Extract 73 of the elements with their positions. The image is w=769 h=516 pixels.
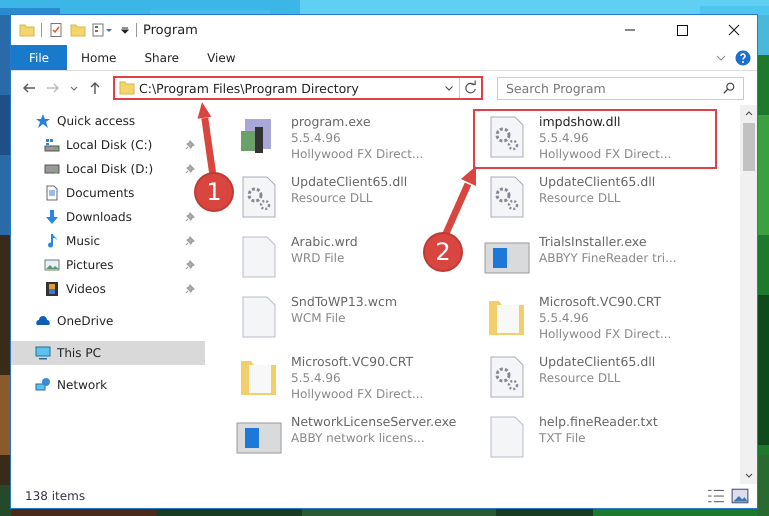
file-detail: 5.5.4.96 [539, 130, 590, 146]
sidebar-item[interactable]: Local Disk (D:) [11, 157, 160, 181]
file-name: SndToWP13.wcm [291, 294, 397, 310]
picture-icon [44, 257, 60, 273]
file-name: help.fineReader.txt [539, 414, 658, 430]
network-icon [35, 377, 51, 393]
document-icon [44, 185, 60, 201]
callout-badge: 1 [196, 174, 232, 210]
address-path: C:\Program Files\Program Directory [139, 80, 360, 96]
file-name: TrialsInstaller.exe [539, 234, 648, 250]
sidebar-item[interactable]: This PC [11, 341, 205, 365]
sidebar-item[interactable]: OneDrive [11, 309, 120, 333]
down-arrow-icon [44, 209, 60, 225]
file-detail: Resource DLL [291, 190, 374, 206]
file-detail: Hollywood FX Direct... [291, 386, 424, 402]
sidebar-item[interactable]: Quick access [11, 109, 142, 133]
star-icon [35, 113, 51, 129]
checklist-icon[interactable] [48, 22, 64, 38]
callout-badge: 2 [425, 234, 461, 270]
file-detail: Resource DLL [539, 190, 622, 206]
sidebar-item[interactable]: Pictures [11, 253, 120, 277]
search-icon [722, 80, 736, 94]
sidebar-item[interactable]: Downloads [11, 205, 138, 229]
file-detail: Hollywood FX Direct... [539, 326, 672, 342]
file-detail: TXT File [539, 430, 587, 446]
sidebar-item[interactable]: Network [11, 373, 114, 397]
help-icon[interactable] [735, 50, 751, 66]
file-detail: 5.5.4.96 [291, 130, 342, 146]
file-detail: WRD File [291, 250, 346, 266]
search-field[interactable]: Search Program [497, 76, 744, 100]
sidebar-item[interactable]: Documents [11, 181, 140, 205]
sidebar-item[interactable]: Music [11, 229, 106, 253]
pin-icon[interactable] [185, 236, 195, 246]
ribbon-tab[interactable]: File [11, 45, 67, 70]
file-name: Microsoft.VC90.CRT [291, 354, 414, 370]
film-icon [44, 281, 60, 297]
window-title: Program [143, 22, 198, 38]
properties-icon[interactable] [92, 22, 114, 38]
pin-icon[interactable] [185, 164, 195, 174]
scrollbar[interactable] [740, 105, 757, 484]
address-field[interactable]: C:\Program Files\Program Directory [113, 76, 483, 100]
sidebar-item[interactable]: Local Disk (C:) [11, 133, 158, 157]
picture-view-icon[interactable] [731, 488, 749, 504]
scroll-thumb[interactable] [742, 123, 754, 171]
file-name: NetworkLicenseServer.exe [291, 414, 456, 430]
file-name: program.exe [291, 114, 372, 130]
pin-icon[interactable] [185, 284, 195, 294]
file-detail: 5.5.4.96 [539, 310, 590, 326]
sidebar-item[interactable]: Videos [11, 277, 112, 301]
file-name: impdshow.dll [539, 114, 622, 130]
monitor-icon [35, 345, 51, 361]
file-tile[interactable]: impdshow.dll 5.5.4.96 Hollywood FX Direct... [475, 111, 715, 167]
file-detail: ABBYY FineReader tri... [539, 250, 677, 266]
file-detail: 5.5.4.96 [291, 370, 342, 386]
item-count: 138 items [25, 489, 86, 503]
pin-icon[interactable] [185, 212, 195, 222]
file-name: UpdateClient65.dll [539, 354, 656, 370]
drive-icon [44, 137, 60, 153]
file-detail: ABBY network licens... [291, 430, 426, 446]
chevron-down-icon[interactable] [444, 83, 454, 93]
dropdown-icon[interactable] [120, 25, 130, 35]
file-detail: Resource DLL [539, 370, 622, 386]
pin-icon[interactable] [185, 260, 195, 270]
file-name: UpdateClient65.dll [291, 174, 408, 190]
file-detail: Hollywood FX Direct... [291, 146, 424, 162]
pin-icon[interactable] [185, 140, 195, 150]
file-detail: WCM File [291, 310, 346, 326]
file-name: Arabic.wrd [291, 234, 358, 250]
file-name: UpdateClient65.dll [539, 174, 656, 190]
file-name: Microsoft.VC90.CRT [539, 294, 662, 310]
folder-icon [119, 80, 135, 96]
file-detail: Hollywood FX Direct... [539, 146, 672, 162]
details-view-icon[interactable] [707, 488, 725, 504]
